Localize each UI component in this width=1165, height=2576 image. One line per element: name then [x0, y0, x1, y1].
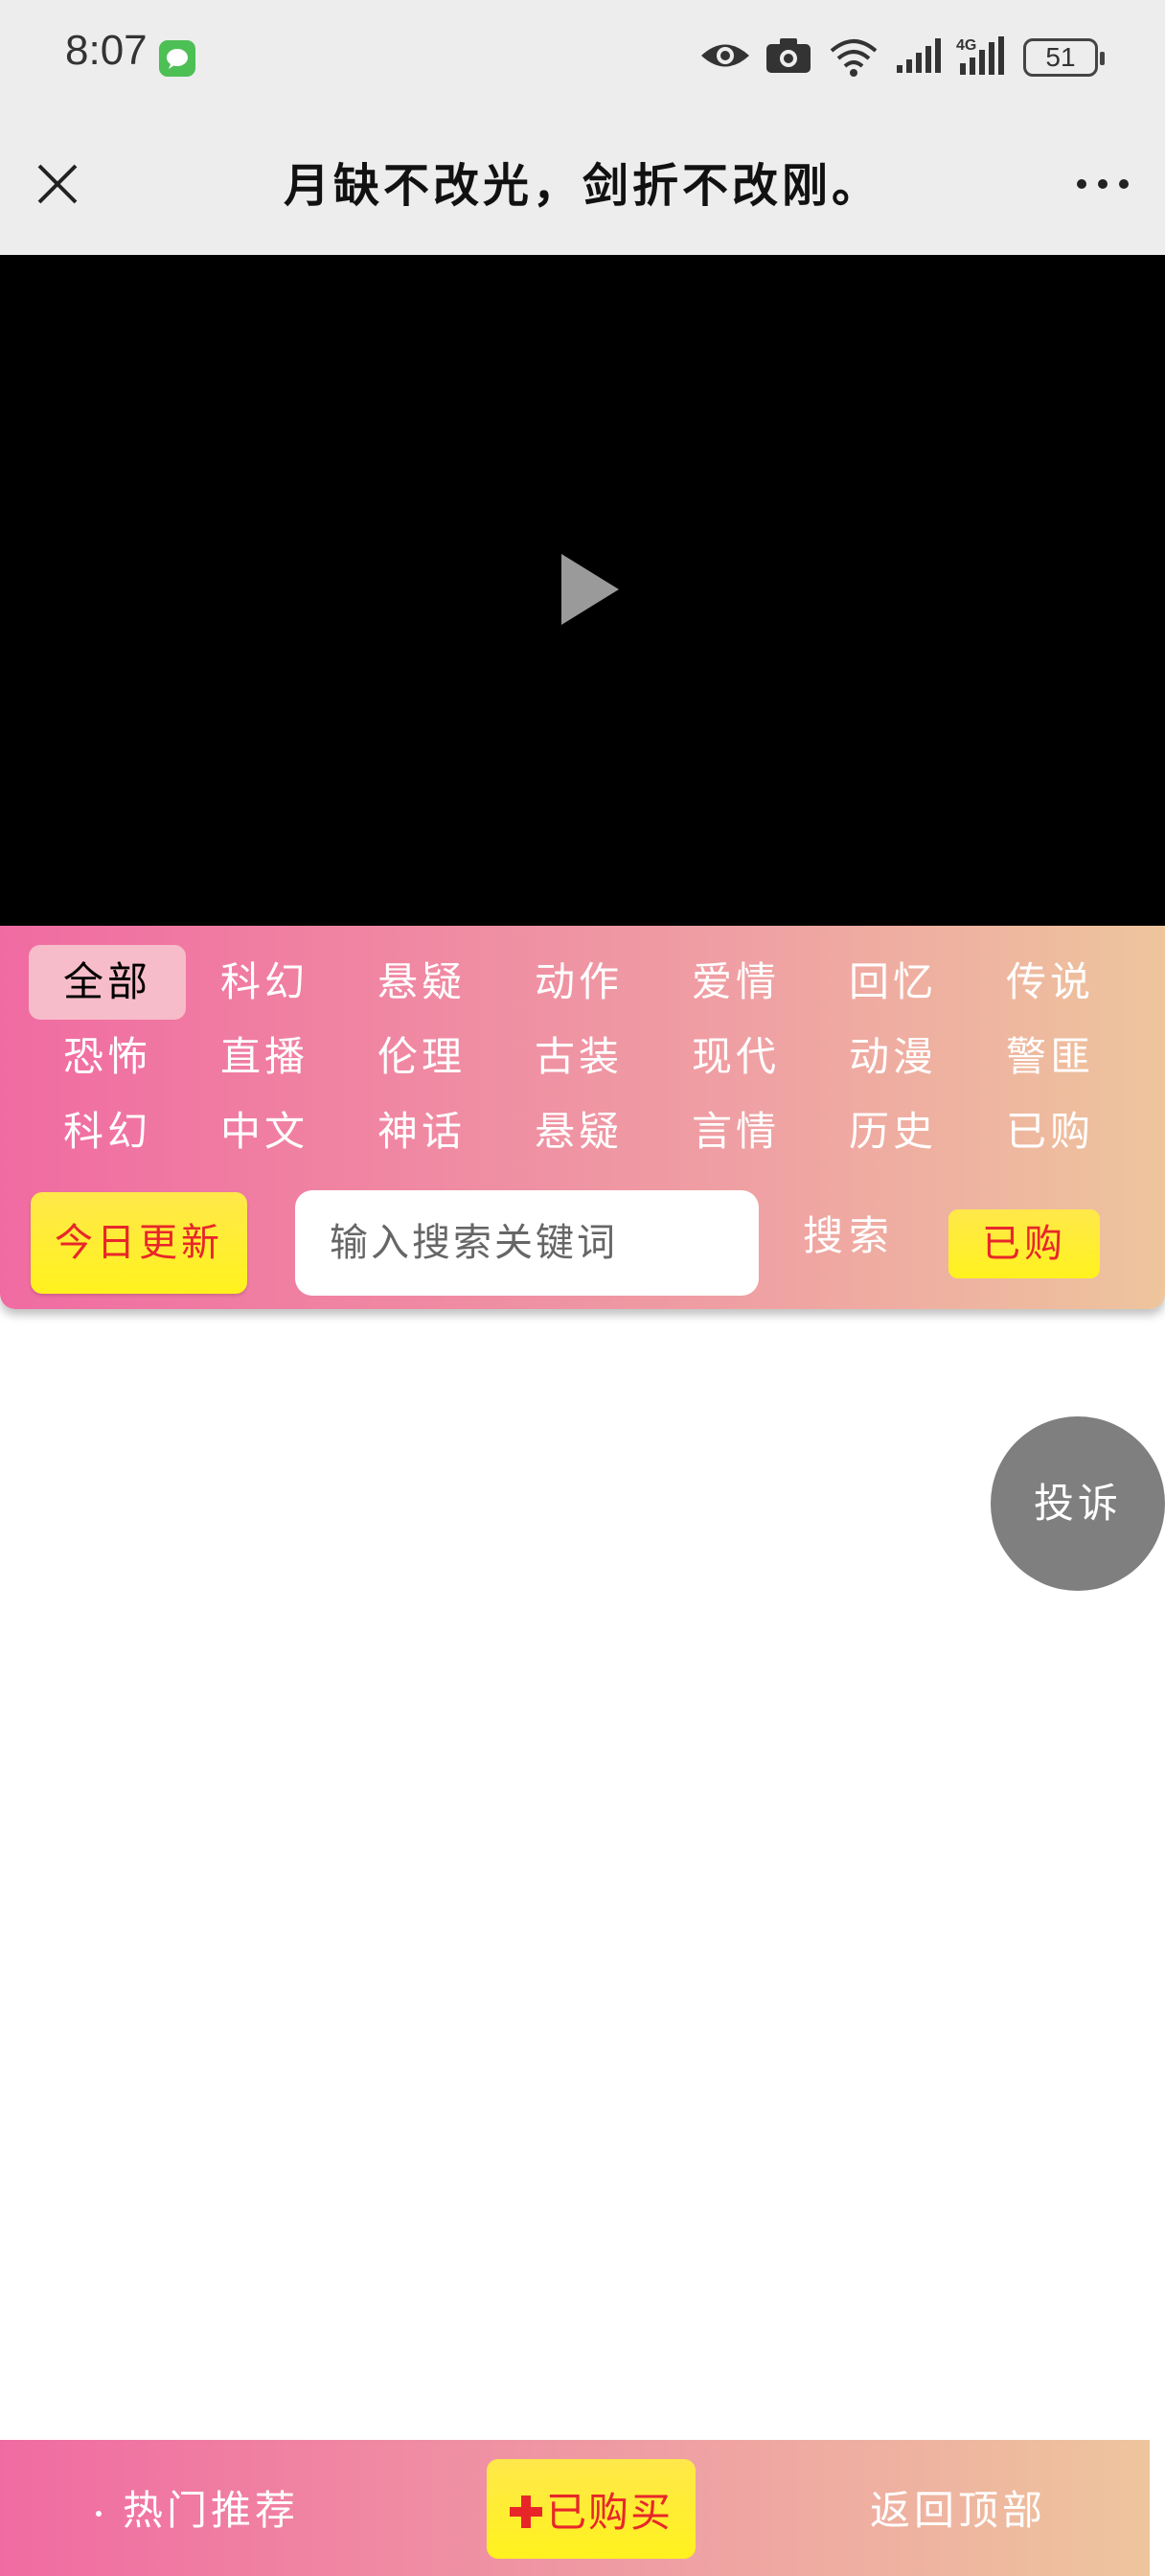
category-item[interactable]: 科幻 — [186, 945, 343, 1020]
more-icon — [1077, 179, 1129, 189]
more-button[interactable] — [1069, 155, 1136, 213]
svg-text:4G: 4G — [956, 37, 976, 54]
category-item[interactable]: 回忆 — [814, 945, 971, 1020]
bought-button[interactable]: 已购 — [948, 1209, 1100, 1278]
4g-signal-icon: 4G — [956, 34, 1010, 80]
header-bar: 月缺不改光，剑折不改刚。 — [0, 119, 1165, 255]
signal-icon — [895, 36, 943, 79]
category-item[interactable]: 言情 — [657, 1094, 814, 1169]
category-item[interactable]: 动作 — [500, 945, 657, 1020]
category-item[interactable]: 神话 — [343, 1094, 500, 1169]
category-item[interactable]: 悬疑 — [500, 1094, 657, 1169]
category-item[interactable]: 恐怖 — [29, 1020, 186, 1094]
status-time: 8:07 — [65, 27, 148, 74]
status-icons: 4G 51 — [699, 33, 1105, 82]
back-to-top-link[interactable]: 返回顶部 — [870, 2478, 1046, 2537]
wifi-icon — [826, 34, 881, 81]
today-update-button[interactable]: 今日更新 — [31, 1192, 247, 1294]
category-item[interactable]: 爱情 — [657, 945, 814, 1020]
hot-recommend-label: 热门推荐 — [123, 2487, 300, 2534]
camera-icon — [765, 36, 812, 79]
search-button[interactable]: 搜索 — [803, 1204, 895, 1262]
category-item[interactable]: 科幻 — [29, 1094, 186, 1169]
battery-icon: 51 — [1023, 38, 1105, 77]
status-bar: 8:07 4G 51 — [0, 0, 1165, 119]
eye-icon — [699, 39, 751, 76]
category-item[interactable]: 现代 — [657, 1020, 814, 1094]
close-icon — [37, 164, 78, 204]
category-item[interactable]: 动漫 — [814, 1020, 971, 1094]
wechat-icon — [159, 40, 195, 77]
category-item[interactable]: 古装 — [500, 1020, 657, 1094]
category-item[interactable]: 警匪 — [971, 1020, 1129, 1094]
play-icon[interactable] — [561, 554, 619, 625]
category-item[interactable]: 全部 — [29, 945, 186, 1020]
category-item[interactable]: 悬疑 — [343, 945, 500, 1020]
category-grid: 全部 科幻 悬疑 动作 爱情 回忆 传说 恐怖 直播 伦理 古装 现代 动漫 警… — [29, 945, 1131, 1169]
page-title: 月缺不改光，剑折不改刚。 — [283, 159, 881, 213]
category-item[interactable]: 中文 — [186, 1094, 343, 1169]
purchased-label: 已购买 — [545, 2488, 673, 2536]
close-button[interactable] — [29, 155, 86, 213]
hot-recommend-link[interactable]: 热门推荐 — [96, 2478, 299, 2537]
bottom-bar: 热门推荐 已购买 返回顶部 — [0, 2440, 1150, 2576]
category-item[interactable]: 传说 — [971, 945, 1129, 1020]
search-input[interactable] — [295, 1190, 759, 1296]
category-item[interactable]: 伦理 — [343, 1020, 500, 1094]
complain-button[interactable]: 投诉 — [991, 1416, 1165, 1591]
category-item[interactable]: 直播 — [186, 1020, 343, 1094]
category-item[interactable]: 已购 — [971, 1094, 1129, 1169]
category-item[interactable]: 历史 — [814, 1094, 971, 1169]
plus-cross-icon — [509, 2496, 542, 2528]
purchased-button[interactable]: 已购买 — [487, 2459, 696, 2559]
category-panel: 全部 科幻 悬疑 动作 爱情 回忆 传说 恐怖 直播 伦理 古装 现代 动漫 警… — [0, 926, 1165, 1309]
dot-icon — [96, 2511, 102, 2517]
